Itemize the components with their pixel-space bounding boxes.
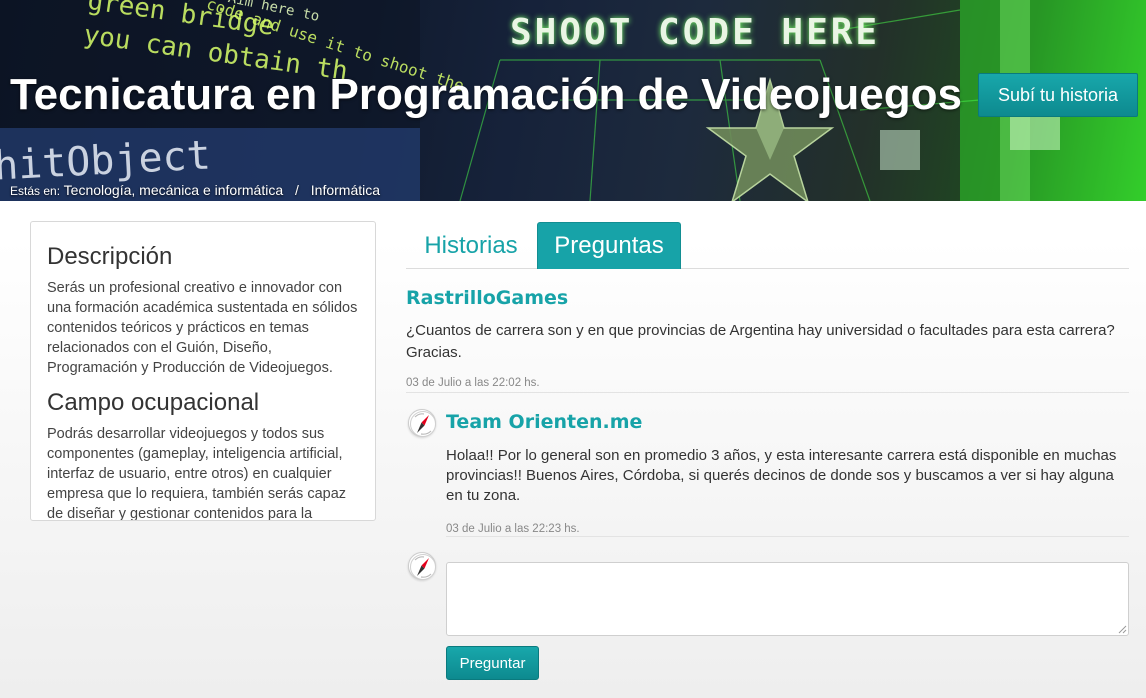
submit-story-button[interactable]: Subí tu historia (978, 73, 1138, 117)
answer-author[interactable]: Team Orienten.me (446, 408, 1129, 436)
question-textarea[interactable] (446, 562, 1129, 636)
occupational-field-heading: Campo ocupacional (47, 389, 260, 416)
compass-needle-icon (410, 554, 436, 580)
tab-historias[interactable]: Historias (406, 222, 536, 269)
description-text: Serás un profesional creativo e innovado… (47, 280, 358, 376)
page-title: Tecnicatura en Programación de Videojueg… (10, 70, 962, 119)
compass-needle-icon (410, 411, 436, 437)
divider (446, 536, 1129, 537)
breadcrumb-link-informatica[interactable]: Informática (311, 182, 380, 198)
answer-item: Team Orienten.me Holaa!! Por lo general … (446, 408, 1129, 535)
resize-grip-icon[interactable] (1118, 625, 1127, 634)
hero-banner: Aim here to green bridge you can obtain … (0, 0, 1146, 201)
breadcrumb-separator: / (295, 182, 299, 198)
tab-preguntas[interactable]: Preguntas (537, 222, 681, 269)
question-author[interactable]: RastrilloGames (406, 284, 1129, 312)
breadcrumb-prefix: Estás en: (10, 184, 61, 198)
tabs-bar: Historias Preguntas (406, 222, 1129, 269)
compass-logo-icon (408, 552, 436, 580)
breadcrumb: Estás en: Tecnología, mecánica e informá… (10, 182, 380, 198)
description-heading: Descripción (47, 243, 173, 270)
description-card[interactable]: Descripción Serás un profesional creativ… (30, 221, 376, 521)
divider (406, 392, 1129, 393)
answer-text: Holaa!! Por lo general son en promedio 3… (446, 447, 1117, 504)
ask-question-button[interactable]: Preguntar (446, 646, 539, 680)
hero-bg-shoot-text: SHOOT CODE HERE (510, 12, 881, 53)
compass-logo-icon (408, 409, 436, 437)
answer-timestamp: 03 de Julio a las 22:23 hs. (446, 523, 580, 535)
question-text: ¿Cuantos de carrera son y en que provinc… (406, 322, 1115, 361)
occupational-field-text: Podrás desarrollar videojuegos y todos s… (47, 426, 347, 521)
question-item: RastrilloGames ¿Cuantos de carrera son y… (406, 284, 1129, 389)
question-timestamp: 03 de Julio a las 22:02 hs. (406, 377, 540, 389)
breadcrumb-link-tecnologia[interactable]: Tecnología, mecánica e informática (64, 182, 283, 198)
